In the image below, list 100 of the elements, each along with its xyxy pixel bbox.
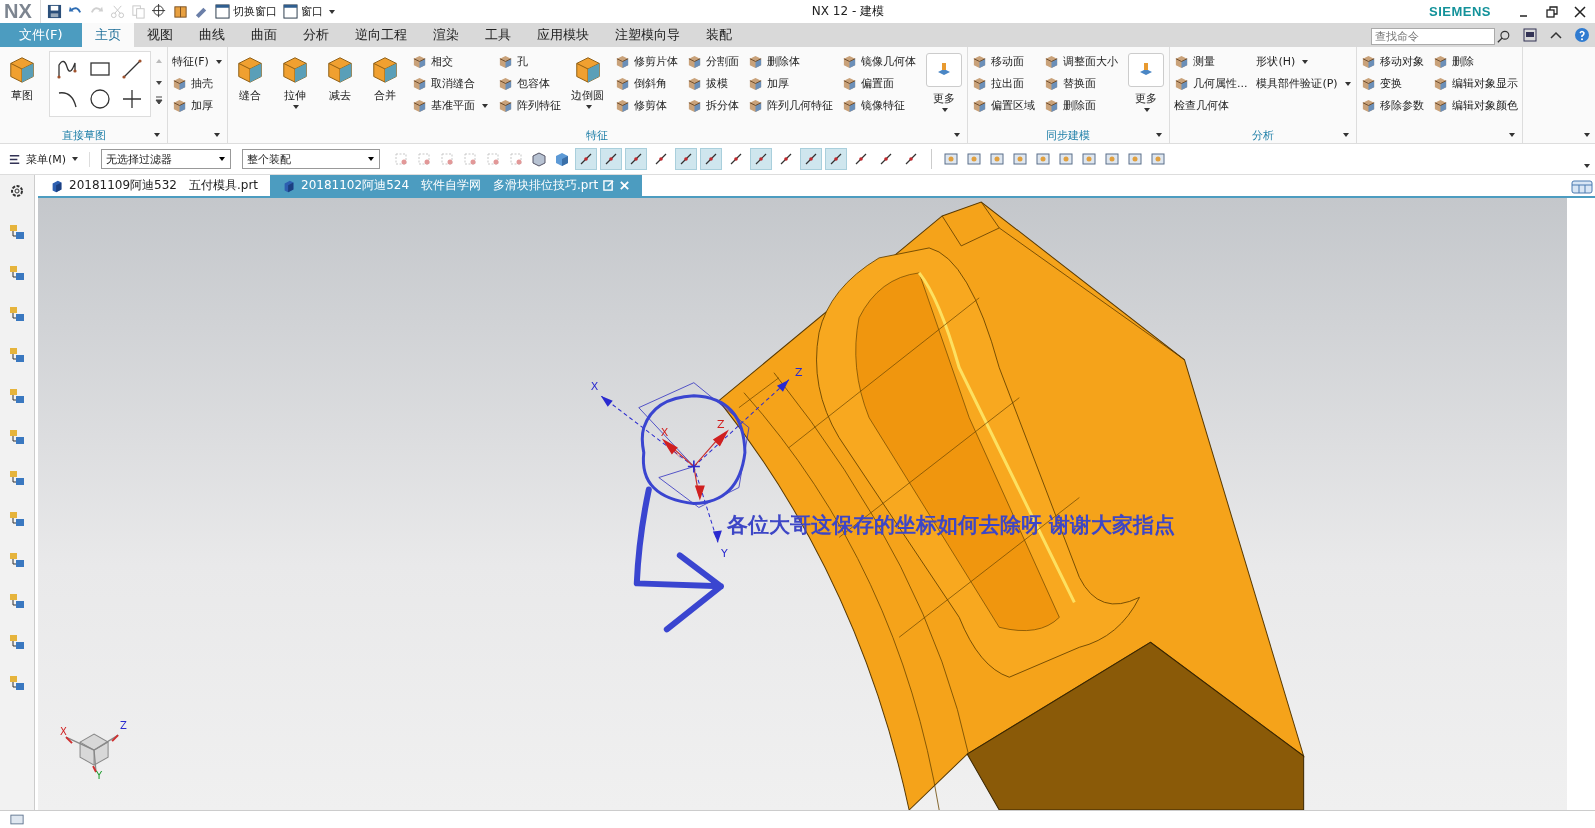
resource-icon[interactable] <box>7 386 27 406</box>
book-icon[interactable] <box>172 4 188 19</box>
ribbon-command[interactable]: 偏置区域 <box>971 97 1035 114</box>
help-icon[interactable] <box>1574 27 1590 43</box>
ribbon-command[interactable]: 删除面 <box>1043 97 1118 114</box>
caret-icon[interactable] <box>1341 131 1350 139</box>
ribbon-command[interactable]: 镜像几何体 <box>841 53 916 70</box>
snap-point-toggle[interactable] <box>575 148 598 170</box>
ribbon-command[interactable]: 抽壳 <box>172 75 223 92</box>
cube-icon[interactable] <box>554 151 571 167</box>
window-menu-button[interactable]: 切换窗口 <box>214 4 277 19</box>
ribbon-command[interactable]: 修剪片体 <box>614 53 678 70</box>
search-field[interactable]: 查找命令 <box>1371 28 1495 45</box>
ribbon-tab[interactable]: 渲染 <box>419 23 472 47</box>
resource-icon[interactable] <box>7 427 27 447</box>
close-icon[interactable] <box>1573 4 1587 19</box>
ribbon-tab[interactable]: 工具 <box>471 23 524 47</box>
line-icon[interactable] <box>120 57 144 81</box>
ribbon-tab[interactable]: 曲线 <box>185 23 238 47</box>
resource-icon[interactable] <box>7 632 27 652</box>
resource-icon[interactable] <box>7 591 27 611</box>
ribbon-command[interactable]: 相交 <box>411 53 489 70</box>
ribbon-command[interactable]: 阵列几何特征 <box>747 97 833 114</box>
resource-icon[interactable] <box>7 509 27 529</box>
ribbon-command[interactable]: 加厚 <box>747 75 833 92</box>
ribbon-command[interactable]: 删除 <box>1432 53 1518 70</box>
ribbon-command[interactable]: 编辑对象颜色 <box>1432 97 1518 114</box>
menu-button[interactable]: 菜单(M) <box>8 151 91 167</box>
filter-dropdown[interactable]: 整个装配 <box>242 149 381 169</box>
ribbon-command[interactable]: 孔 <box>497 53 561 70</box>
ribbon-button[interactable]: 草图 <box>4 51 40 103</box>
ribbon-command[interactable]: 特征(F) <box>172 53 223 70</box>
ribbon-command[interactable]: 移除参数 <box>1360 97 1424 114</box>
caret-icon[interactable] <box>1507 131 1516 139</box>
snap-point-toggle[interactable] <box>600 148 623 170</box>
ribbon-button[interactable]: 缝合 <box>231 51 268 103</box>
ribbon-command[interactable]: 镜像特征 <box>841 97 916 114</box>
ribbon-button[interactable]: 减去 <box>321 51 358 103</box>
ribbon-command[interactable]: 包容体 <box>497 75 561 92</box>
filter-dropdown[interactable]: 无选择过滤器 <box>101 149 232 169</box>
ribbon-command[interactable]: 分割面 <box>686 53 739 70</box>
ribbon-command[interactable]: 修剪体 <box>614 97 678 114</box>
caret-icon[interactable] <box>1154 131 1163 139</box>
snap-point-toggle[interactable] <box>700 148 723 170</box>
ribbon-command[interactable]: 编辑对象显示 <box>1432 75 1518 92</box>
ribbon-command[interactable]: 取消缝合 <box>411 75 489 92</box>
resource-icon[interactable] <box>7 550 27 570</box>
ribbon-command[interactable]: 基准平面 <box>411 97 489 114</box>
crosshair-icon[interactable] <box>151 4 167 19</box>
resource-icon[interactable] <box>7 468 27 488</box>
ribbon-command[interactable]: 倒斜角 <box>614 75 678 92</box>
snap-point-toggle[interactable] <box>675 148 698 170</box>
document-tab[interactable]: 20181109阿迪532 五付模具.prt <box>38 175 271 196</box>
resource-icon[interactable] <box>7 673 27 693</box>
restore-icon[interactable] <box>1545 4 1559 19</box>
resource-icon[interactable] <box>7 304 27 324</box>
resource-icon[interactable] <box>7 263 27 283</box>
caret-icon[interactable] <box>1583 162 1591 170</box>
ribbon-command[interactable]: 几何属性... <box>1173 75 1248 92</box>
ribbon-button[interactable]: 边倒圆 <box>569 51 606 111</box>
ribbon-tab[interactable]: 分析 <box>289 23 342 47</box>
ribbon-tab[interactable]: 主页 <box>81 23 134 47</box>
point-icon[interactable] <box>120 87 144 111</box>
ribbon-command[interactable]: 测量 <box>1173 53 1248 70</box>
circle-icon[interactable] <box>88 87 112 111</box>
snap-point-toggle[interactable] <box>750 148 773 170</box>
window-icon[interactable] <box>1522 27 1538 43</box>
ribbon-button[interactable]: 合并 <box>366 51 403 103</box>
ribbon-tab[interactable]: 视图 <box>133 23 186 47</box>
ribbon-command[interactable]: 模具部件验证(P) <box>1256 75 1352 92</box>
snap-point-toggle[interactable] <box>800 148 823 170</box>
save-icon[interactable] <box>46 4 62 19</box>
caret-icon[interactable] <box>1583 131 1591 139</box>
ribbon-command[interactable]: 拆分体 <box>686 97 739 114</box>
ribbon-tab[interactable]: 装配 <box>692 23 745 47</box>
resource-icon[interactable] <box>7 345 27 365</box>
ribbon-command[interactable]: 调整面大小 <box>1043 53 1118 70</box>
caret-icon[interactable] <box>952 131 961 139</box>
ribbon-command[interactable]: 拔模 <box>686 75 739 92</box>
ribbon-command[interactable]: 移动面 <box>971 53 1035 70</box>
window-menu-button[interactable]: 窗口 <box>282 4 336 19</box>
edit-icon[interactable] <box>603 180 615 191</box>
ribbon-command[interactable]: 加厚 <box>172 97 223 114</box>
ribbon-button[interactable]: 拉伸 <box>276 51 313 111</box>
ribbon-tab[interactable]: 逆向工程 <box>341 23 420 47</box>
resource-icon[interactable] <box>7 222 27 242</box>
ribbon-tab[interactable]: 注塑模向导 <box>601 23 693 47</box>
ribbon-command[interactable]: 拉出面 <box>971 75 1035 92</box>
caret-icon[interactable] <box>212 131 221 139</box>
ribbon-command[interactable]: 阵列特征 <box>497 97 561 114</box>
ribbon-command[interactable]: 移动对象 <box>1360 53 1424 70</box>
ribbon-command[interactable]: 替换面 <box>1043 75 1118 92</box>
caret-icon[interactable] <box>153 131 161 139</box>
ribbon-command[interactable]: 检查几何体 <box>1173 97 1248 114</box>
ribbon-command[interactable]: 形状(H) <box>1256 53 1352 70</box>
gallery-scroll-icon[interactable] <box>155 57 163 105</box>
ribbon-command[interactable]: 偏置面 <box>841 75 916 92</box>
panel-icon[interactable] <box>1571 178 1593 194</box>
ribbon-tab[interactable]: 应用模块 <box>523 23 602 47</box>
search-icon[interactable] <box>1497 29 1511 44</box>
